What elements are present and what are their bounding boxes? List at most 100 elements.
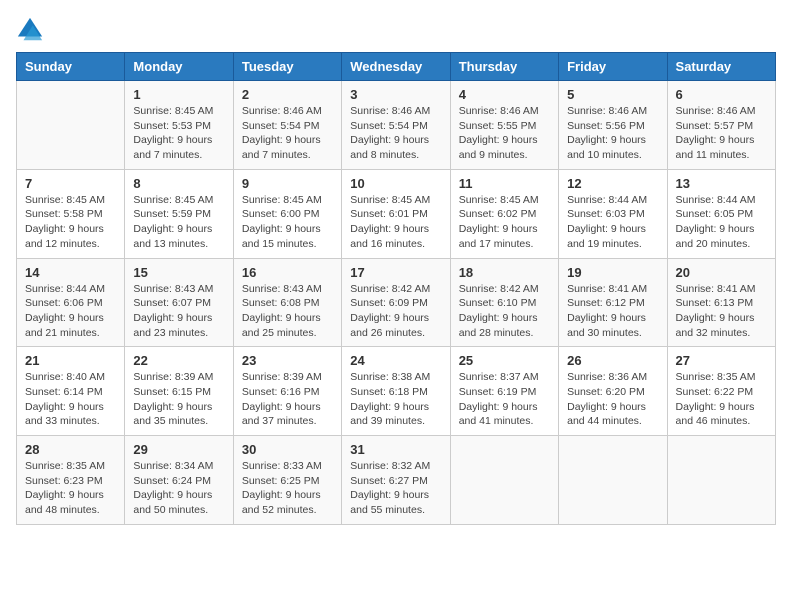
date-number: 3 xyxy=(350,87,441,102)
cell-info: Sunrise: 8:46 AM Sunset: 5:55 PM Dayligh… xyxy=(459,104,550,163)
date-number: 31 xyxy=(350,442,441,457)
date-number: 20 xyxy=(676,265,767,280)
calendar-cell: 12 Sunrise: 8:44 AM Sunset: 6:03 PM Dayli… xyxy=(559,169,667,258)
date-number: 28 xyxy=(25,442,116,457)
calendar-cell: 1Sunrise: 8:45 AM Sunset: 5:53 PM Daylig… xyxy=(125,81,233,170)
date-number: 7 xyxy=(25,176,116,191)
calendar-cell: 19Sunrise: 8:41 AM Sunset: 6:12 PM Dayli… xyxy=(559,258,667,347)
calendar-cell: 30 Sunrise: 8:33 AM Sunset: 6:25 PM Dayli… xyxy=(233,436,341,525)
calendar-cell: 23 Sunrise: 8:39 AM Sunset: 6:16 PM Dayli… xyxy=(233,347,341,436)
cell-info: Sunrise: 8:45 AM Sunset: 6:00 PM Dayligh… xyxy=(242,193,333,252)
calendar-cell: 28Sunrise: 8:35 AM Sunset: 6:23 PM Dayli… xyxy=(17,436,125,525)
cell-info: Sunrise: 8:33 AM Sunset: 6:25 PM Dayligh… xyxy=(242,459,333,518)
calendar-cell: 15Sunrise: 8:43 AM Sunset: 6:07 PM Dayli… xyxy=(125,258,233,347)
cell-info: Sunrise: 8:39 AM Sunset: 6:16 PM Dayligh… xyxy=(242,370,333,429)
calendar-cell xyxy=(667,436,775,525)
calendar-cell: 10 Sunrise: 8:45 AM Sunset: 6:01 PM Dayli… xyxy=(342,169,450,258)
calendar-cell: 18Sunrise: 8:42 AM Sunset: 6:10 PM Dayli… xyxy=(450,258,558,347)
cell-info: Sunrise: 8:41 AM Sunset: 6:12 PM Dayligh… xyxy=(567,282,658,341)
date-number: 29 xyxy=(133,442,224,457)
header-row: SundayMondayTuesdayWednesdayThursdayFrid… xyxy=(17,53,776,81)
calendar-cell: 25 Sunrise: 8:37 AM Sunset: 6:19 PM Dayli… xyxy=(450,347,558,436)
calendar-cell: 8 Sunrise: 8:45 AM Sunset: 5:59 PM Daylig… xyxy=(125,169,233,258)
cell-info: Sunrise: 8:37 AM Sunset: 6:19 PM Dayligh… xyxy=(459,370,550,429)
date-number: 14 xyxy=(25,265,116,280)
calendar-cell: 3Sunrise: 8:46 AM Sunset: 5:54 PM Daylig… xyxy=(342,81,450,170)
calendar-cell: 29 Sunrise: 8:34 AM Sunset: 6:24 PM Dayli… xyxy=(125,436,233,525)
cell-info: Sunrise: 8:34 AM Sunset: 6:24 PM Dayligh… xyxy=(133,459,224,518)
logo xyxy=(16,16,48,44)
calendar-week-row: 21Sunrise: 8:40 AM Sunset: 6:14 PM Dayli… xyxy=(17,347,776,436)
cell-info: Sunrise: 8:45 AM Sunset: 6:01 PM Dayligh… xyxy=(350,193,441,252)
date-number: 26 xyxy=(567,353,658,368)
date-number: 4 xyxy=(459,87,550,102)
logo-icon xyxy=(16,16,44,44)
calendar-week-row: 7 Sunrise: 8:45 AM Sunset: 5:58 PM Daylig… xyxy=(17,169,776,258)
cell-info: Sunrise: 8:43 AM Sunset: 6:07 PM Dayligh… xyxy=(133,282,224,341)
date-number: 22 xyxy=(133,353,224,368)
calendar-cell: 11 Sunrise: 8:45 AM Sunset: 6:02 PM Dayli… xyxy=(450,169,558,258)
date-number: 24 xyxy=(350,353,441,368)
cell-info: Sunrise: 8:42 AM Sunset: 6:09 PM Dayligh… xyxy=(350,282,441,341)
calendar-cell: 7 Sunrise: 8:45 AM Sunset: 5:58 PM Daylig… xyxy=(17,169,125,258)
calendar-cell: 20 Sunrise: 8:41 AM Sunset: 6:13 PM Dayli… xyxy=(667,258,775,347)
calendar-cell xyxy=(559,436,667,525)
date-number: 6 xyxy=(676,87,767,102)
date-number: 5 xyxy=(567,87,658,102)
cell-info: Sunrise: 8:40 AM Sunset: 6:14 PM Dayligh… xyxy=(25,370,116,429)
calendar-cell: 26Sunrise: 8:36 AM Sunset: 6:20 PM Dayli… xyxy=(559,347,667,436)
cell-info: Sunrise: 8:45 AM Sunset: 5:59 PM Dayligh… xyxy=(133,193,224,252)
weekday-header: Friday xyxy=(559,53,667,81)
cell-info: Sunrise: 8:46 AM Sunset: 5:57 PM Dayligh… xyxy=(676,104,767,163)
calendar-week-row: 14 Sunrise: 8:44 AM Sunset: 6:06 PM Dayli… xyxy=(17,258,776,347)
calendar-cell: 22 Sunrise: 8:39 AM Sunset: 6:15 PM Dayli… xyxy=(125,347,233,436)
cell-info: Sunrise: 8:38 AM Sunset: 6:18 PM Dayligh… xyxy=(350,370,441,429)
date-number: 10 xyxy=(350,176,441,191)
calendar-cell: 6 Sunrise: 8:46 AM Sunset: 5:57 PM Daylig… xyxy=(667,81,775,170)
weekday-header: Saturday xyxy=(667,53,775,81)
calendar-cell: 9 Sunrise: 8:45 AM Sunset: 6:00 PM Daylig… xyxy=(233,169,341,258)
date-number: 18 xyxy=(459,265,550,280)
date-number: 9 xyxy=(242,176,333,191)
cell-info: Sunrise: 8:44 AM Sunset: 6:05 PM Dayligh… xyxy=(676,193,767,252)
weekday-header: Monday xyxy=(125,53,233,81)
weekday-header: Thursday xyxy=(450,53,558,81)
cell-info: Sunrise: 8:45 AM Sunset: 5:58 PM Dayligh… xyxy=(25,193,116,252)
cell-info: Sunrise: 8:44 AM Sunset: 6:06 PM Dayligh… xyxy=(25,282,116,341)
page-header xyxy=(16,16,776,44)
calendar-week-row: 28Sunrise: 8:35 AM Sunset: 6:23 PM Dayli… xyxy=(17,436,776,525)
cell-info: Sunrise: 8:32 AM Sunset: 6:27 PM Dayligh… xyxy=(350,459,441,518)
date-number: 13 xyxy=(676,176,767,191)
calendar-cell: 27 Sunrise: 8:35 AM Sunset: 6:22 PM Dayli… xyxy=(667,347,775,436)
cell-info: Sunrise: 8:45 AM Sunset: 5:53 PM Dayligh… xyxy=(133,104,224,163)
calendar-cell: 4 Sunrise: 8:46 AM Sunset: 5:55 PM Daylig… xyxy=(450,81,558,170)
date-number: 27 xyxy=(676,353,767,368)
cell-info: Sunrise: 8:41 AM Sunset: 6:13 PM Dayligh… xyxy=(676,282,767,341)
calendar-table: SundayMondayTuesdayWednesdayThursdayFrid… xyxy=(16,52,776,525)
cell-info: Sunrise: 8:44 AM Sunset: 6:03 PM Dayligh… xyxy=(567,193,658,252)
calendar-cell xyxy=(450,436,558,525)
date-number: 17 xyxy=(350,265,441,280)
date-number: 23 xyxy=(242,353,333,368)
calendar-cell: 17 Sunrise: 8:42 AM Sunset: 6:09 PM Dayli… xyxy=(342,258,450,347)
calendar-cell: 31 Sunrise: 8:32 AM Sunset: 6:27 PM Dayli… xyxy=(342,436,450,525)
weekday-header: Tuesday xyxy=(233,53,341,81)
calendar-cell: 14 Sunrise: 8:44 AM Sunset: 6:06 PM Dayli… xyxy=(17,258,125,347)
cell-info: Sunrise: 8:46 AM Sunset: 5:56 PM Dayligh… xyxy=(567,104,658,163)
date-number: 11 xyxy=(459,176,550,191)
cell-info: Sunrise: 8:43 AM Sunset: 6:08 PM Dayligh… xyxy=(242,282,333,341)
date-number: 12 xyxy=(567,176,658,191)
calendar-cell: 24 Sunrise: 8:38 AM Sunset: 6:18 PM Dayli… xyxy=(342,347,450,436)
calendar-cell: 13 Sunrise: 8:44 AM Sunset: 6:05 PM Dayli… xyxy=(667,169,775,258)
cell-info: Sunrise: 8:39 AM Sunset: 6:15 PM Dayligh… xyxy=(133,370,224,429)
cell-info: Sunrise: 8:45 AM Sunset: 6:02 PM Dayligh… xyxy=(459,193,550,252)
cell-info: Sunrise: 8:35 AM Sunset: 6:22 PM Dayligh… xyxy=(676,370,767,429)
date-number: 8 xyxy=(133,176,224,191)
date-number: 30 xyxy=(242,442,333,457)
calendar-week-row: 1Sunrise: 8:45 AM Sunset: 5:53 PM Daylig… xyxy=(17,81,776,170)
weekday-header: Wednesday xyxy=(342,53,450,81)
date-number: 25 xyxy=(459,353,550,368)
calendar-cell: 2Sunrise: 8:46 AM Sunset: 5:54 PM Daylig… xyxy=(233,81,341,170)
date-number: 16 xyxy=(242,265,333,280)
calendar-cell: 16 Sunrise: 8:43 AM Sunset: 6:08 PM Dayli… xyxy=(233,258,341,347)
